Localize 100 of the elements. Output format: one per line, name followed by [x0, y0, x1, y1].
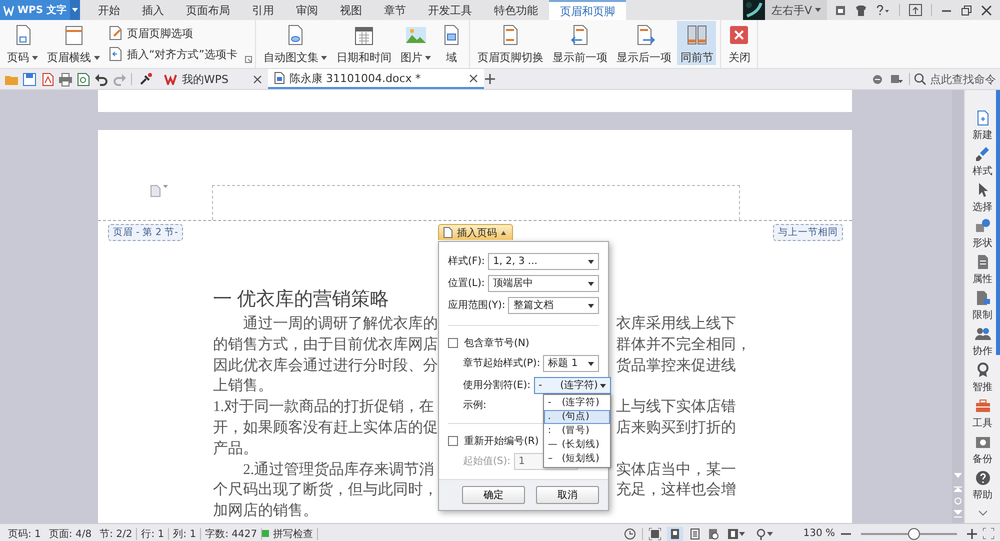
- dialog-button[interactable]: 确定: [462, 486, 525, 504]
- sidebar-item[interactable]: 限制: [972, 290, 992, 326]
- sidebar-item[interactable]: 新建: [972, 110, 992, 146]
- status-text: 页面: 4/8: [48, 528, 93, 540]
- ribbon-button[interactable]: 页眉页脚切换: [474, 21, 546, 65]
- dialog-launcher-icon[interactable]: [245, 56, 252, 63]
- ribbon-tab[interactable]: 页眉和页脚: [549, 0, 626, 20]
- zoom-in-icon[interactable]: [967, 528, 977, 538]
- upload-window-icon[interactable]: [909, 4, 922, 16]
- ribbon-tab[interactable]: 开发工具: [417, 0, 483, 20]
- ribbon-button[interactable]: 关闭: [725, 21, 754, 65]
- close-icon[interactable]: [981, 4, 992, 16]
- ribbon-button[interactable]: 显示前一项: [549, 21, 610, 65]
- web-view-icon[interactable]: [707, 528, 720, 540]
- sidebar-item[interactable]: 属性: [972, 254, 992, 290]
- outline-view-icon[interactable]: [689, 528, 702, 540]
- ribbon-button[interactable]: 页眉页脚选项: [108, 25, 238, 41]
- fullscreen-icon[interactable]: [983, 528, 994, 539]
- history-icon[interactable]: [624, 528, 636, 540]
- new-tab-icon[interactable]: [484, 73, 496, 85]
- status-text[interactable]: 拼写检查: [269, 526, 318, 540]
- slider-thumb[interactable]: [908, 528, 920, 540]
- body-text: 实体店当中，某一: [616, 460, 736, 480]
- sidebar-item[interactable]: 备份: [972, 434, 992, 470]
- user-menu[interactable]: 左右手V: [765, 0, 827, 20]
- document-tab[interactable]: 我的WPS: [158, 69, 268, 89]
- sidebar-handle[interactable]: [996, 90, 1000, 355]
- page-view-icon[interactable]: [669, 528, 682, 540]
- fit-page-icon[interactable]: [649, 528, 662, 540]
- ribbon-button[interactable]: 同前节: [677, 21, 716, 65]
- skin-icon[interactable]: [835, 4, 846, 16]
- close-icon[interactable]: [468, 74, 478, 82]
- dropdown-field[interactable]: 顶端居中: [488, 274, 599, 292]
- ribbon-tab[interactable]: 审阅: [285, 0, 329, 20]
- restore-icon[interactable]: [961, 4, 972, 16]
- logo-icon: [164, 74, 177, 84]
- caret-icon[interactable]: [163, 185, 168, 189]
- header-tag: 页眉 - 第 2 节-: [108, 224, 183, 241]
- ribbon-tab[interactable]: 特色功能: [483, 0, 549, 20]
- close-icon: [728, 24, 750, 46]
- ribbon-button[interactable]: 插入“对齐方式”选项卡: [108, 46, 238, 62]
- dropdown-option[interactable]: : (冒号): [544, 424, 610, 438]
- ribbon-tab[interactable]: 章节: [373, 0, 417, 20]
- dropdown-field[interactable]: - (连字符): [534, 376, 611, 394]
- app-menu-button[interactable]: WPS 文字: [0, 0, 80, 20]
- dropdown-option[interactable]: – (短划线): [544, 452, 610, 466]
- print-icon[interactable]: [58, 72, 73, 86]
- ribbon-tab[interactable]: 视图: [329, 0, 373, 20]
- ribbon-tab[interactable]: 开始: [87, 0, 131, 20]
- sidebar-item[interactable]: 形状: [972, 218, 992, 254]
- help-icon: [974, 470, 990, 486]
- reading-view-icon[interactable]: [727, 528, 740, 540]
- ribbon-button[interactable]: 日期和时间: [333, 21, 394, 65]
- body-text: 开，如果顾客没有赶上实体店的促: [213, 418, 438, 438]
- ribbon-tab[interactable]: 页面布局: [175, 0, 241, 20]
- ribbon-button[interactable]: 页码: [4, 21, 41, 65]
- dropdown-field[interactable]: 整篇文档: [508, 296, 599, 314]
- pdf-icon[interactable]: [40, 72, 55, 86]
- close-icon[interactable]: [252, 74, 262, 84]
- shirt-icon[interactable]: [855, 4, 867, 16]
- chevron-down-icon[interactable]: [978, 510, 988, 516]
- ribbon-button[interactable]: 显示后一项: [613, 21, 674, 65]
- help-icon[interactable]: [876, 4, 890, 16]
- dropdown-option[interactable]: - (连字符): [544, 396, 610, 410]
- ribbon-tab[interactable]: 引用: [241, 0, 285, 20]
- caret-icon: [600, 384, 606, 388]
- pin-icon[interactable]: [140, 73, 152, 85]
- dropdown-option[interactable]: — (长划线): [544, 438, 610, 452]
- ribbon-button[interactable]: 自动图文集: [260, 21, 330, 65]
- dropdown-field[interactable]: 标题 1: [543, 354, 599, 372]
- undo-icon[interactable]: [94, 72, 109, 86]
- bulb-icon[interactable]: [755, 528, 768, 540]
- checkbox[interactable]: [448, 338, 458, 348]
- preview-icon[interactable]: [76, 72, 91, 86]
- dialog-button[interactable]: 取消: [536, 486, 599, 504]
- sidebar-item[interactable]: 样式: [972, 146, 992, 182]
- document-plus-icon: [974, 110, 990, 126]
- logo-icon: [3, 4, 14, 16]
- sidebar-item[interactable]: 智推: [972, 362, 992, 398]
- save-icon[interactable]: [22, 72, 37, 86]
- body-text: 2.通过管理货品库存来调节消: [242, 460, 434, 480]
- checkbox[interactable]: [448, 436, 458, 446]
- document-icon: [274, 72, 284, 84]
- sidebar-item[interactable]: 帮助: [972, 470, 992, 506]
- dropdown-menu-icon[interactable]: [891, 74, 903, 84]
- ribbon-button[interactable]: 页眉横线: [44, 21, 103, 65]
- ribbon-button[interactable]: 图片: [397, 21, 434, 65]
- sidebar-item[interactable]: 协作: [972, 326, 992, 362]
- dropdown-field[interactable]: 1, 2, 3 ...: [488, 252, 599, 270]
- sidebar-item[interactable]: 工具: [972, 398, 992, 434]
- command-search[interactable]: 点此查找命令: [910, 72, 1000, 86]
- sidebar-item[interactable]: 选择: [972, 182, 992, 218]
- document-tab[interactable]: 陈永康 31101004.docx *: [268, 69, 484, 89]
- field-label: 起始值(S):: [462, 454, 511, 468]
- document-heading: 一 优衣库的营销策略: [213, 288, 389, 310]
- ribbon-tab[interactable]: 插入: [131, 0, 175, 20]
- ribbon-button[interactable]: 域: [437, 21, 466, 65]
- dropdown-option[interactable]: . (句点): [544, 410, 610, 424]
- body-text: 的销售方式，由于目前优衣库网店: [213, 335, 438, 355]
- dialog-tab[interactable]: 插入页码: [438, 224, 513, 240]
